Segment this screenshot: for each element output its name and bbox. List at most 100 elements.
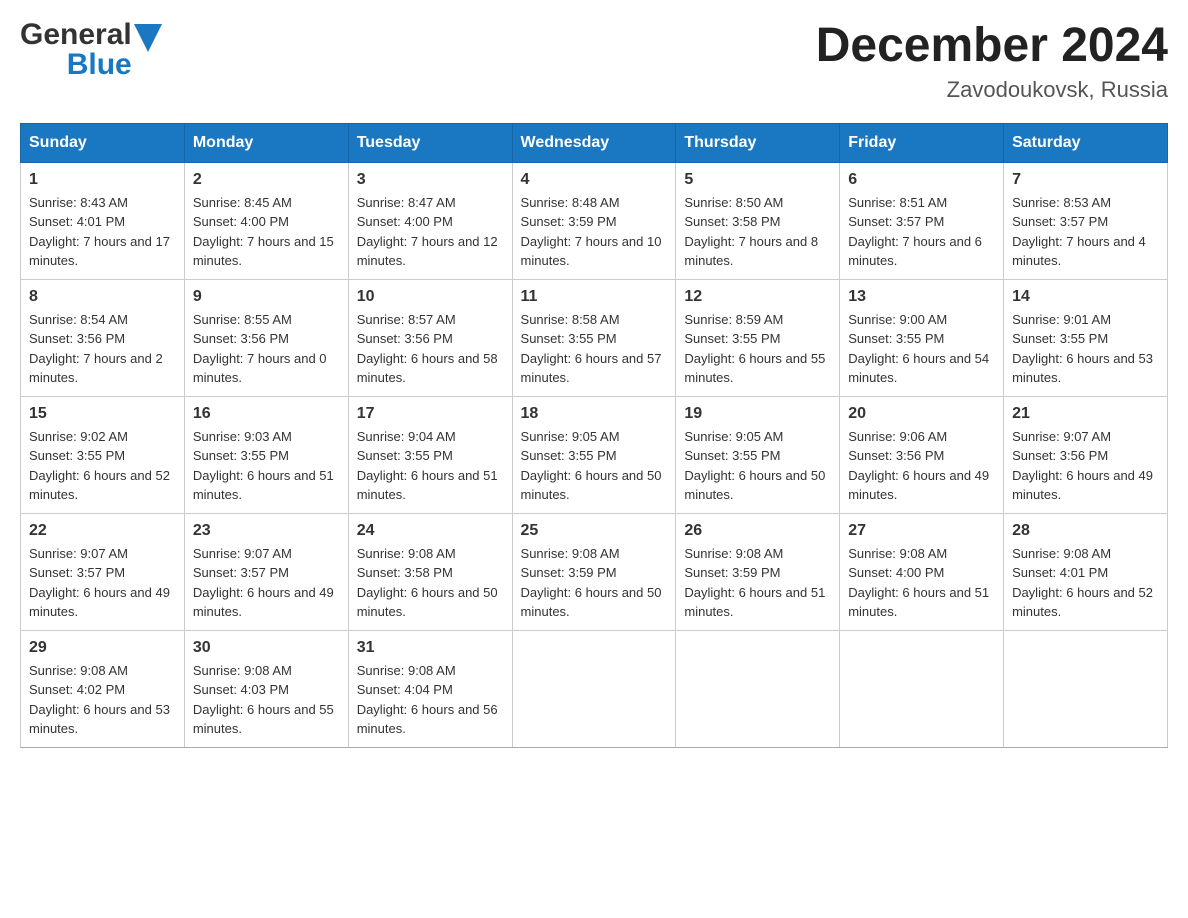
calendar-cell: 21Sunrise: 9:07 AMSunset: 3:56 PMDayligh… — [1004, 396, 1168, 513]
day-info: Sunrise: 9:03 AMSunset: 3:55 PMDaylight:… — [193, 427, 340, 505]
day-info: Sunrise: 8:45 AMSunset: 4:00 PMDaylight:… — [193, 193, 340, 271]
calendar-cell — [840, 630, 1004, 747]
day-number: 6 — [848, 171, 995, 189]
calendar-cell: 23 Sunrise: 9:07 AMSunset: 3:57 PMDayligh… — [184, 513, 348, 630]
day-number: 12 — [684, 288, 831, 306]
calendar-cell: 11 Sunrise: 8:58 AMSunset: 3:55 PMDayligh… — [512, 279, 676, 396]
calendar-cell: 3 Sunrise: 8:47 AMSunset: 4:00 PMDaylight… — [348, 162, 512, 279]
day-number: 27 — [848, 522, 995, 540]
day-info: Sunrise: 8:55 AMSunset: 3:56 PMDaylight:… — [193, 310, 340, 388]
calendar-cell: 5Sunrise: 8:50 AMSunset: 3:58 PMDaylight… — [676, 162, 840, 279]
day-number: 28 — [1012, 522, 1159, 540]
weekday-header-saturday: Saturday — [1004, 123, 1168, 162]
day-info: Sunrise: 9:08 AMSunset: 3:59 PMDaylight:… — [521, 544, 668, 622]
day-info: Sunrise: 9:05 AMSunset: 3:55 PMDaylight:… — [684, 427, 831, 505]
day-number: 22 — [29, 522, 176, 540]
day-number: 5 — [684, 171, 831, 189]
calendar-cell: 16 Sunrise: 9:03 AMSunset: 3:55 PMDayligh… — [184, 396, 348, 513]
calendar-cell: 15Sunrise: 9:02 AMSunset: 3:55 PMDayligh… — [21, 396, 185, 513]
day-number: 7 — [1012, 171, 1159, 189]
logo-general: General — [20, 20, 132, 50]
day-info: Sunrise: 9:06 AMSunset: 3:56 PMDaylight:… — [848, 427, 995, 505]
day-info: Sunrise: 8:51 AMSunset: 3:57 PMDaylight:… — [848, 193, 995, 271]
day-number: 13 — [848, 288, 995, 306]
day-number: 2 — [193, 171, 340, 189]
calendar-cell: 18Sunrise: 9:05 AMSunset: 3:55 PMDayligh… — [512, 396, 676, 513]
calendar-week-row: 1Sunrise: 8:43 AMSunset: 4:01 PMDaylight… — [21, 162, 1168, 279]
title-section: December 2024 Zavodoukovsk, Russia — [816, 20, 1168, 103]
day-number: 14 — [1012, 288, 1159, 306]
day-info: Sunrise: 8:59 AMSunset: 3:55 PMDaylight:… — [684, 310, 831, 388]
day-info: Sunrise: 9:07 AMSunset: 3:57 PMDaylight:… — [193, 544, 340, 622]
day-info: Sunrise: 8:48 AMSunset: 3:59 PMDaylight:… — [521, 193, 668, 271]
day-info: Sunrise: 9:08 AMSunset: 3:58 PMDaylight:… — [357, 544, 504, 622]
calendar-header: SundayMondayTuesdayWednesdayThursdayFrid… — [21, 123, 1168, 162]
weekday-header-wednesday: Wednesday — [512, 123, 676, 162]
calendar-cell: 14 Sunrise: 9:01 AMSunset: 3:55 PMDayligh… — [1004, 279, 1168, 396]
day-number: 4 — [521, 171, 668, 189]
day-number: 23 — [193, 522, 340, 540]
calendar-cell — [676, 630, 840, 747]
day-info: Sunrise: 9:08 AMSunset: 4:00 PMDaylight:… — [848, 544, 995, 622]
calendar-cell: 24 Sunrise: 9:08 AMSunset: 3:58 PMDayligh… — [348, 513, 512, 630]
day-number: 21 — [1012, 405, 1159, 423]
page-subtitle: Zavodoukovsk, Russia — [816, 77, 1168, 103]
day-number: 30 — [193, 639, 340, 657]
page-header: General Blue December 2024 Zavodoukovsk,… — [20, 20, 1168, 103]
page-title: December 2024 — [816, 20, 1168, 73]
calendar-cell: 28 Sunrise: 9:08 AMSunset: 4:01 PMDayligh… — [1004, 513, 1168, 630]
calendar-cell — [1004, 630, 1168, 747]
weekday-header-sunday: Sunday — [21, 123, 185, 162]
day-info: Sunrise: 9:08 AMSunset: 4:02 PMDaylight:… — [29, 661, 176, 739]
calendar-cell: 17 Sunrise: 9:04 AMSunset: 3:55 PMDayligh… — [348, 396, 512, 513]
weekday-header-tuesday: Tuesday — [348, 123, 512, 162]
day-number: 19 — [684, 405, 831, 423]
day-info: Sunrise: 8:58 AMSunset: 3:55 PMDaylight:… — [521, 310, 668, 388]
day-info: Sunrise: 9:07 AMSunset: 3:57 PMDaylight:… — [29, 544, 176, 622]
weekday-header-friday: Friday — [840, 123, 1004, 162]
calendar-cell: 19 Sunrise: 9:05 AMSunset: 3:55 PMDayligh… — [676, 396, 840, 513]
logo: General Blue — [20, 20, 162, 80]
calendar-cell — [512, 630, 676, 747]
logo-blue: Blue — [67, 50, 132, 80]
calendar-week-row: 15Sunrise: 9:02 AMSunset: 3:55 PMDayligh… — [21, 396, 1168, 513]
day-number: 31 — [357, 639, 504, 657]
calendar-week-row: 29 Sunrise: 9:08 AMSunset: 4:02 PMDayligh… — [21, 630, 1168, 747]
day-number: 9 — [193, 288, 340, 306]
day-number: 20 — [848, 405, 995, 423]
calendar-cell: 13Sunrise: 9:00 AMSunset: 3:55 PMDayligh… — [840, 279, 1004, 396]
day-number: 10 — [357, 288, 504, 306]
weekday-header-row: SundayMondayTuesdayWednesdayThursdayFrid… — [21, 123, 1168, 162]
day-info: Sunrise: 9:08 AMSunset: 4:01 PMDaylight:… — [1012, 544, 1159, 622]
calendar-body: 1Sunrise: 8:43 AMSunset: 4:01 PMDaylight… — [21, 162, 1168, 747]
weekday-header-monday: Monday — [184, 123, 348, 162]
calendar-table: SundayMondayTuesdayWednesdayThursdayFrid… — [20, 123, 1168, 748]
day-number: 16 — [193, 405, 340, 423]
day-number: 29 — [29, 639, 176, 657]
day-number: 26 — [684, 522, 831, 540]
calendar-cell: 8Sunrise: 8:54 AMSunset: 3:56 PMDaylight… — [21, 279, 185, 396]
calendar-cell: 6 Sunrise: 8:51 AMSunset: 3:57 PMDaylight… — [840, 162, 1004, 279]
calendar-week-row: 22 Sunrise: 9:07 AMSunset: 3:57 PMDayligh… — [21, 513, 1168, 630]
calendar-cell: 2 Sunrise: 8:45 AMSunset: 4:00 PMDaylight… — [184, 162, 348, 279]
day-info: Sunrise: 9:08 AMSunset: 3:59 PMDaylight:… — [684, 544, 831, 622]
day-info: Sunrise: 9:08 AMSunset: 4:03 PMDaylight:… — [193, 661, 340, 739]
day-info: Sunrise: 9:01 AMSunset: 3:55 PMDaylight:… — [1012, 310, 1159, 388]
day-info: Sunrise: 8:53 AMSunset: 3:57 PMDaylight:… — [1012, 193, 1159, 271]
logo-arrow-icon — [134, 24, 162, 52]
day-number: 25 — [521, 522, 668, 540]
day-info: Sunrise: 9:08 AMSunset: 4:04 PMDaylight:… — [357, 661, 504, 739]
day-number: 3 — [357, 171, 504, 189]
calendar-cell: 20 Sunrise: 9:06 AMSunset: 3:56 PMDayligh… — [840, 396, 1004, 513]
day-info: Sunrise: 8:47 AMSunset: 4:00 PMDaylight:… — [357, 193, 504, 271]
day-info: Sunrise: 9:05 AMSunset: 3:55 PMDaylight:… — [521, 427, 668, 505]
day-number: 17 — [357, 405, 504, 423]
calendar-cell: 29 Sunrise: 9:08 AMSunset: 4:02 PMDayligh… — [21, 630, 185, 747]
calendar-cell: 1Sunrise: 8:43 AMSunset: 4:01 PMDaylight… — [21, 162, 185, 279]
day-number: 8 — [29, 288, 176, 306]
day-info: Sunrise: 9:04 AMSunset: 3:55 PMDaylight:… — [357, 427, 504, 505]
day-number: 24 — [357, 522, 504, 540]
day-number: 11 — [521, 288, 668, 306]
day-info: Sunrise: 9:02 AMSunset: 3:55 PMDaylight:… — [29, 427, 176, 505]
calendar-cell: 31 Sunrise: 9:08 AMSunset: 4:04 PMDayligh… — [348, 630, 512, 747]
